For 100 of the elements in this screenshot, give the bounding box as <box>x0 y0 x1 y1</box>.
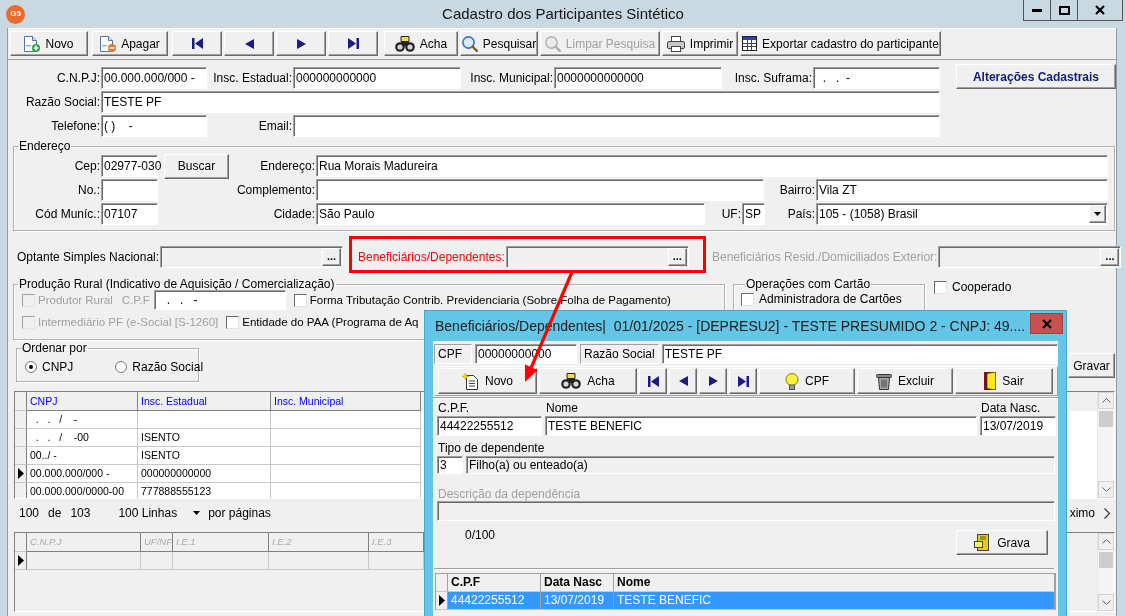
company-name-field[interactable]: TESTE PF <box>101 91 940 113</box>
field-label: Complemento: <box>235 182 316 199</box>
scroll-down-button[interactable] <box>1098 594 1114 611</box>
page-size-dropdown[interactable]: 100 Linhas <box>118 506 201 520</box>
group-title: Ordenar por <box>21 341 88 355</box>
table-cell: ISENTO <box>138 447 271 465</box>
toolbar-button[interactable]: Exportar cadastro do participante <box>740 31 941 56</box>
country-dropdown[interactable]: 105 - (1058) Brasil <box>816 203 1108 225</box>
cpf-field[interactable]: 44422255512 <box>437 416 542 436</box>
radio-button[interactable] <box>115 361 128 373</box>
name-field[interactable]: TESTE BENEFIC <box>545 416 977 436</box>
phone-field[interactable]: ( ) - <box>101 115 207 137</box>
dependent-code-field[interactable]: 3 <box>437 456 463 474</box>
lightbulb-icon <box>785 372 799 390</box>
close-icon <box>1095 5 1105 15</box>
table-cell: TESTE BENEFIC <box>614 592 1055 610</box>
document-sparkle-icon <box>462 372 479 390</box>
close-button[interactable] <box>1077 0 1123 21</box>
toolbar-button[interactable]: CPF <box>759 368 855 394</box>
save-button[interactable]: Gravar <box>1068 353 1115 378</box>
column-header[interactable]: Insc. Estadual <box>138 392 271 411</box>
ellipsis-button[interactable]: ... <box>667 248 687 266</box>
next-page-button[interactable]: ximo <box>1069 506 1110 520</box>
scroll-thumb[interactable] <box>1099 552 1113 568</box>
save-button[interactable]: Grava <box>956 530 1048 555</box>
checkbox[interactable] <box>293 293 307 307</box>
table-cell: 13/07/2019 <box>541 592 614 610</box>
toolbar-button[interactable]: Acha <box>539 368 637 394</box>
navigation-button[interactable] <box>328 31 378 56</box>
navigation-button[interactable] <box>224 31 274 56</box>
column-header[interactable]: Insc. Municipal <box>271 392 421 411</box>
column-header[interactable]: CNPJ <box>27 392 138 411</box>
toolbar-button[interactable]: Novo <box>438 368 537 394</box>
field-label: Endereço: <box>259 158 316 175</box>
scroll-thumb[interactable] <box>1099 411 1113 427</box>
scroll-down-button[interactable] <box>1098 481 1114 498</box>
field-label: Descrição da dependência <box>437 488 581 501</box>
email-field[interactable] <box>293 115 940 137</box>
toolbar-button[interactable]: Excluir <box>857 368 953 394</box>
checkbox[interactable] <box>741 292 754 306</box>
field-label: Email: <box>257 118 293 135</box>
municipal-registration-field[interactable]: 0000000000000 <box>554 67 722 89</box>
complement-field[interactable] <box>316 179 764 201</box>
scroll-up-button[interactable] <box>1098 533 1114 550</box>
minimize-icon <box>1032 8 1042 12</box>
suframa-field[interactable]: . . - <box>813 67 940 89</box>
navigation-button[interactable] <box>639 368 667 394</box>
state-registration-field[interactable]: 000000000000 <box>293 67 461 89</box>
checkbox[interactable] <box>226 315 240 329</box>
table-cell: 00.000.000/000 - <box>27 465 138 483</box>
dropdown-button[interactable] <box>1089 205 1106 223</box>
field-label: Tipo de dependente <box>437 442 545 455</box>
chevron-up-icon <box>1101 539 1111 544</box>
row-pointer-icon <box>17 555 24 566</box>
search-button[interactable]: Buscar <box>164 153 229 179</box>
navigation-button[interactable] <box>276 31 326 56</box>
toolbar-button[interactable]: Novo <box>10 31 88 56</box>
description-field[interactable] <box>437 501 1055 521</box>
toolbar-button[interactable]: Acha <box>384 31 458 56</box>
navigation-button[interactable] <box>699 368 727 394</box>
field-label: C.P.F <box>121 293 150 308</box>
scroll-up-button[interactable] <box>1098 392 1114 409</box>
lookup-field[interactable]: ... <box>160 246 344 268</box>
search-icon <box>461 35 478 52</box>
navigation-button[interactable] <box>669 368 697 394</box>
district-field[interactable]: Vila ZT <box>816 179 1108 201</box>
group-title: Operações com Cartão <box>745 277 872 291</box>
scrollbar[interactable] <box>1097 392 1114 498</box>
ellipsis-button[interactable]: ... <box>322 248 342 266</box>
checkbox[interactable] <box>934 280 947 294</box>
radio-button[interactable] <box>25 361 37 373</box>
toolbar-button[interactable]: Imprimir <box>662 31 738 56</box>
document-plus-icon <box>24 35 41 52</box>
right-triangle-bar-icon <box>347 38 359 49</box>
changes-button[interactable]: Alterações Cadastrais <box>956 64 1116 89</box>
city-code-field[interactable]: 07107 <box>101 203 158 225</box>
birth-date-field[interactable]: 13/07/2019 <box>980 416 1056 436</box>
toolbar-button[interactable]: Sair <box>955 368 1053 394</box>
field-label: Cidade: <box>272 206 316 223</box>
state-field[interactable]: SP <box>742 203 765 225</box>
field-label: Insc. Suframa: <box>733 70 813 87</box>
table-cell: 000000000000 <box>138 465 271 483</box>
toolbar-button[interactable]: Pesquisar <box>460 31 538 56</box>
record-count: 100 <box>19 506 40 520</box>
door-icon <box>984 372 997 390</box>
scrollbar[interactable] <box>1097 533 1114 611</box>
caret-down-icon <box>1094 212 1101 216</box>
lookup-field[interactable]: ... <box>505 246 689 268</box>
street-field[interactable]: Rua Morais Madureira <box>316 155 1108 177</box>
toolbar-button[interactable]: Apagar <box>92 31 168 56</box>
number-field[interactable] <box>101 179 158 201</box>
maximize-button[interactable] <box>1050 0 1077 21</box>
cnpj-field[interactable]: 00.000.000/000 - <box>101 67 207 89</box>
binoculars-icon <box>394 35 415 52</box>
table-cell: 44422255512 <box>448 592 541 610</box>
city-field[interactable]: São Paulo <box>316 203 705 225</box>
field-label: Optante Simples Nacional: <box>17 249 161 266</box>
navigation-button[interactable] <box>172 31 222 56</box>
minimize-button[interactable] <box>1023 0 1050 21</box>
navigation-button[interactable] <box>729 368 757 394</box>
